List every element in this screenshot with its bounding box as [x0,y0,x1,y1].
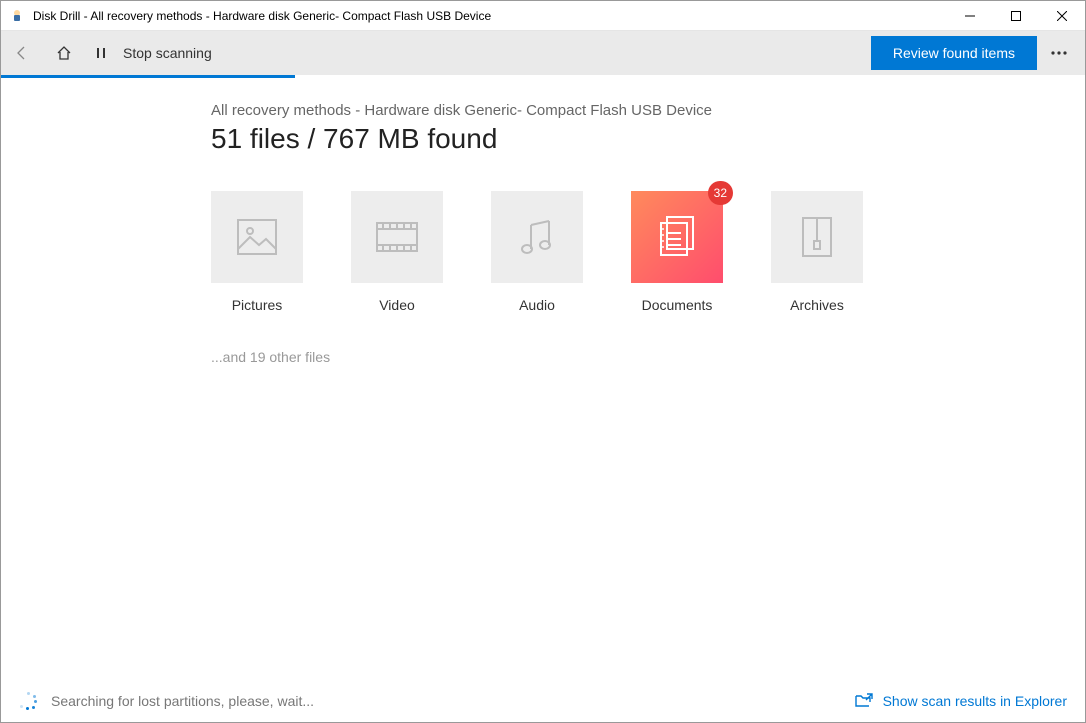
scan-progress-fill [1,75,295,78]
show-in-explorer-link[interactable]: Show scan results in Explorer [855,692,1067,711]
tile-label: Documents [642,297,713,313]
pause-button[interactable] [85,31,117,75]
review-found-items-button[interactable]: Review found items [871,36,1037,70]
explorer-link-label: Show scan results in Explorer [883,693,1067,709]
tile-label: Pictures [232,297,283,313]
video-icon [351,191,443,283]
tile-pictures[interactable]: Pictures [211,191,303,313]
pictures-icon [211,191,303,283]
close-button[interactable] [1039,1,1085,30]
tile-documents[interactable]: 32 Documents [631,191,723,313]
spinner-icon [19,692,37,710]
tile-badge-documents: 32 [708,181,733,205]
main-content: All recovery methods - Hardware disk Gen… [1,78,1085,680]
tile-label: Audio [519,297,555,313]
open-folder-icon [855,692,873,711]
stop-scanning-label[interactable]: Stop scanning [123,45,212,61]
more-menu-button[interactable] [1037,31,1081,75]
home-button[interactable] [43,31,85,75]
app-icon [9,8,25,24]
maximize-button[interactable] [993,1,1039,30]
status-text: Searching for lost partitions, please, w… [51,693,855,709]
tile-archives[interactable]: Archives [771,191,863,313]
archives-icon [771,191,863,283]
tile-label: Video [379,297,415,313]
scan-progress-bar [1,75,1085,78]
category-tiles: Pictures Video Audio 32 Documents Archives [211,191,1021,313]
title-bar: Disk Drill - All recovery methods - Hard… [1,1,1085,31]
scan-summary: 51 files / 767 MB found [211,123,1021,155]
tile-label: Archives [790,297,844,313]
back-button[interactable] [1,31,43,75]
window-controls [947,1,1085,30]
toolbar: Stop scanning Review found items [1,31,1085,75]
tile-video[interactable]: Video [351,191,443,313]
window-title: Disk Drill - All recovery methods - Hard… [33,9,947,23]
breadcrumb: All recovery methods - Hardware disk Gen… [211,102,1021,119]
other-files-text: ...and 19 other files [211,349,1021,365]
status-bar: Searching for lost partitions, please, w… [1,680,1085,722]
audio-icon [491,191,583,283]
minimize-button[interactable] [947,1,993,30]
tile-audio[interactable]: Audio [491,191,583,313]
documents-icon: 32 [631,191,723,283]
